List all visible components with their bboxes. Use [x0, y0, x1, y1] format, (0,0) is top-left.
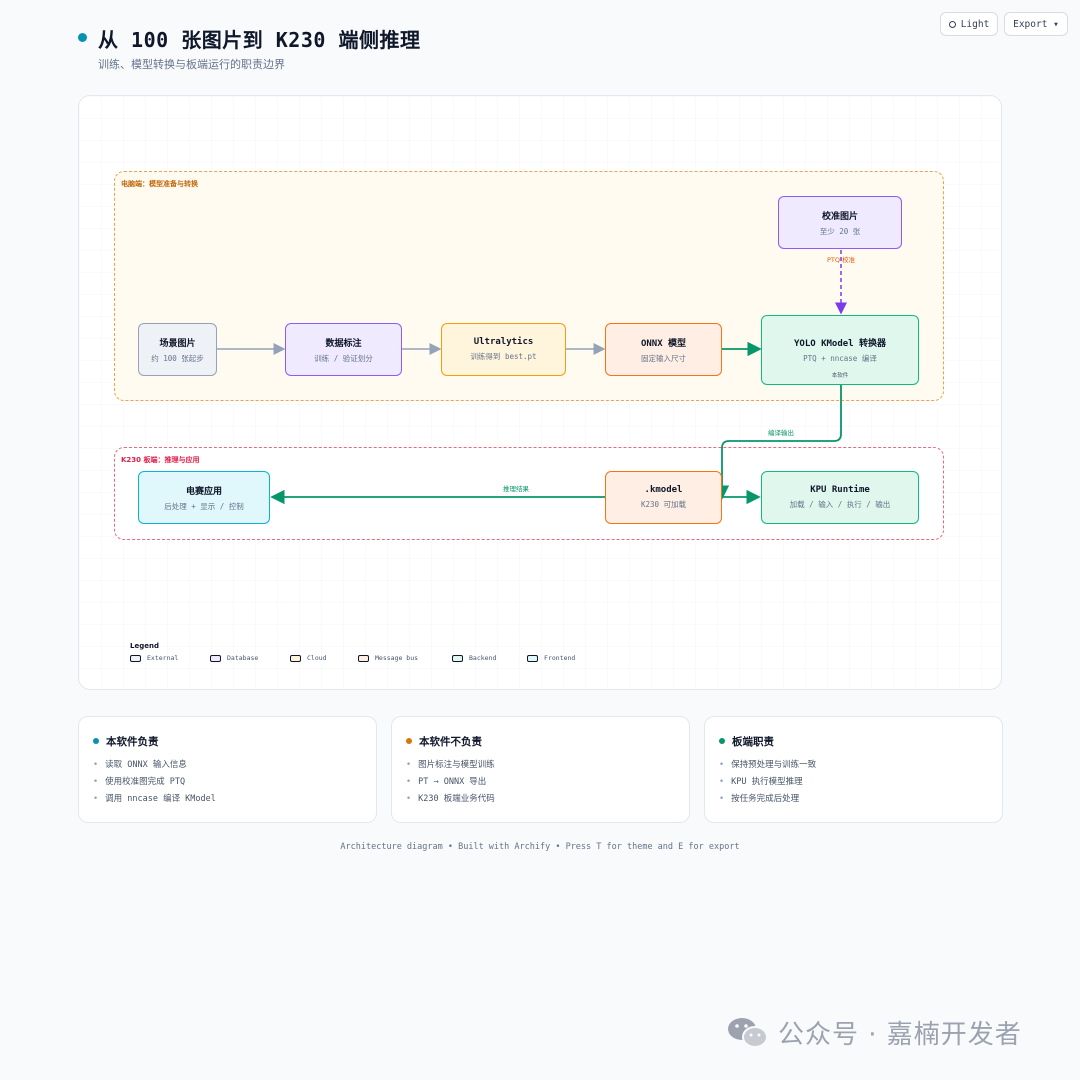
diagram-edges: [217, 250, 847, 505]
legend-item-frontend: Frontend: [527, 654, 575, 662]
watermark: 公众号 · 嘉楠开发者: [726, 1014, 1022, 1051]
list-item: 按任务完成后处理: [719, 791, 816, 808]
node-subtitle: 训练 / 验证划分: [314, 353, 373, 363]
legend-item-cloud: Cloud: [290, 654, 327, 662]
export-button[interactable]: Export ▾: [1004, 12, 1068, 36]
legend-label: Cloud: [307, 654, 327, 662]
node-title: 数据标注: [325, 338, 362, 349]
node-subtitle: 后处理 + 显示 / 控制: [164, 501, 244, 511]
legend-label: Frontend: [544, 654, 576, 662]
node-subtitle: 约 100 张起步: [151, 353, 204, 363]
node-subtitle: PTQ + nncase 编译: [803, 354, 877, 363]
list-item: 读取 ONNX 输入信息: [93, 757, 216, 774]
theme-toggle-button[interactable]: Light: [940, 12, 998, 36]
node-title: 校准图片: [821, 211, 858, 222]
node-subtitle: 固定输入尺寸: [641, 353, 686, 363]
node-title: .kmodel: [644, 485, 683, 495]
node-subtitle: K230 可加载: [640, 500, 687, 509]
list-item: 图片标注与模型训练: [406, 757, 495, 774]
legend-swatch: [290, 654, 301, 662]
card-list: 图片标注与模型训练 PT → ONNX 导出 K230 板端业务代码: [406, 757, 495, 808]
diagram-canvas: 电脑端：模型准备与转换 K230 板端：推理与应用 PTQ 校准 编译输出 推理…: [78, 95, 1002, 690]
list-item: PT → ONNX 导出: [406, 774, 495, 791]
node-title: KPU Runtime: [810, 485, 870, 495]
node-ultralytics[interactable]: Ultralytics 训练得到 best.pt: [441, 323, 566, 376]
node-title: ONNX 模型: [640, 338, 687, 349]
legend-swatch: [130, 654, 141, 662]
list-item: 使用校准图完成 PTQ: [93, 774, 216, 791]
legend-item-backend: Backend: [452, 654, 496, 662]
node-tag: 本软件: [831, 373, 849, 379]
legend-label: Database: [227, 654, 259, 662]
list-item: 保持预处理与训练一致: [719, 757, 816, 774]
edge-label-ptq: PTQ 校准: [827, 256, 856, 264]
node-title: YOLO KModel 转换器: [793, 339, 887, 349]
node-kmodel-converter[interactable]: YOLO KModel 转换器 PTQ + nncase 编译 本软件: [761, 315, 919, 385]
legend-item-external: External: [130, 654, 178, 662]
theme-toggle-label: Light: [960, 18, 990, 30]
node-subtitle: 加载 / 输入 / 执行 / 输出: [789, 500, 891, 509]
card-board-responsibility: 板端职责 保持预处理与训练一致 KPU 执行模型推理 按任务完成后处理: [704, 716, 1003, 823]
node-annotation[interactable]: 数据标注 训练 / 验证划分: [285, 323, 402, 376]
list-item: KPU 执行模型推理: [719, 774, 816, 791]
list-item: 调用 nncase 编译 KModel: [93, 791, 216, 808]
export-button-label: Export ▾: [1013, 18, 1059, 30]
page-subtitle: 训练、模型转换与板端运行的职责边界: [98, 58, 285, 71]
watermark-text: 公众号 · 嘉楠开发者: [778, 1020, 1022, 1050]
legend-swatch: [452, 654, 463, 662]
title-dot-icon: [78, 33, 87, 42]
page-title: 从 100 张图片到 K230 端侧推理: [98, 28, 421, 52]
node-title: 场景图片: [159, 338, 196, 349]
wechat-icon: [726, 1015, 770, 1051]
node-kpu-runtime[interactable]: KPU Runtime 加载 / 输入 / 执行 / 输出: [761, 471, 919, 524]
card-list: 保持预处理与训练一致 KPU 执行模型推理 按任务完成后处理: [719, 757, 816, 808]
legend-swatch: [527, 654, 538, 662]
card-software-responsible: 本软件负责 读取 ONNX 输入信息 使用校准图完成 PTQ 调用 nncase…: [78, 716, 377, 823]
edge-label-deploy: 编译输出: [768, 429, 794, 437]
card-list: 读取 ONNX 输入信息 使用校准图完成 PTQ 调用 nncase 编译 KM…: [93, 757, 216, 808]
legend-item-message-bus: Message bus: [358, 654, 418, 662]
node-onnx-model[interactable]: ONNX 模型 固定输入尺寸: [605, 323, 722, 376]
legend-title: Legend: [130, 642, 159, 650]
legend: Legend External Database Cloud Message b…: [130, 642, 575, 662]
legend-label: Message bus: [375, 654, 419, 662]
card-title: 本软件不负责: [419, 736, 482, 748]
node-calibration-images[interactable]: 校准图片 至少 20 张: [778, 196, 902, 249]
legend-label: Backend: [469, 654, 497, 662]
list-item: K230 板端业务代码: [406, 791, 495, 808]
card-title: 本软件负责: [106, 736, 159, 748]
node-scene-images[interactable]: 场景图片 约 100 张起步: [138, 323, 217, 376]
node-kmodel-file[interactable]: .kmodel K230 可加载: [605, 471, 722, 524]
edge-label-result: 推理结果: [503, 485, 529, 493]
node-title: Ultralytics: [473, 337, 534, 347]
node-subtitle: 至少 20 张: [819, 226, 861, 236]
node-subtitle: 训练得到 best.pt: [470, 352, 537, 361]
node-title: 电赛应用: [185, 486, 222, 497]
legend-label: External: [147, 654, 179, 662]
footer-text: Architecture diagram • Built with Archif…: [340, 842, 740, 852]
legend-swatch: [210, 654, 221, 662]
legend-item-database: Database: [210, 654, 258, 662]
card-dot-icon: [719, 738, 725, 744]
card-title: 板端职责: [732, 736, 774, 748]
node-competition-app[interactable]: 电赛应用 后处理 + 显示 / 控制: [138, 471, 270, 524]
card-software-not-responsible: 本软件不负责 图片标注与模型训练 PT → ONNX 导出 K230 板端业务代…: [391, 716, 690, 823]
card-dot-icon: [93, 738, 99, 744]
card-dot-icon: [406, 738, 412, 744]
sun-icon: [948, 20, 956, 28]
legend-swatch: [358, 654, 369, 662]
